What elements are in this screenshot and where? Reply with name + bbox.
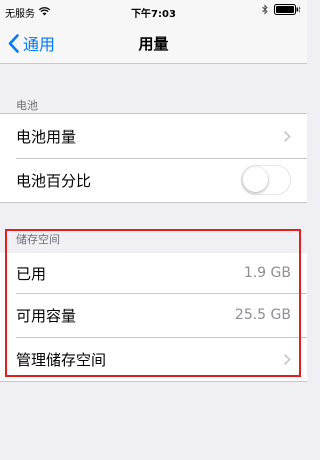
nav-bar: 通用 用量 <box>0 22 307 64</box>
battery-usage-label: 电池用量 <box>16 127 77 146</box>
battery-section-header: 电池 <box>16 99 38 112</box>
battery-percentage-toggle[interactable] <box>241 165 291 195</box>
manage-storage-row[interactable]: 管理储存空间 <box>0 337 307 381</box>
bluetooth-icon <box>262 4 268 18</box>
storage-section-header: 储存空间 <box>16 233 60 246</box>
battery-group: 电池用量 电池百分比 <box>0 113 307 203</box>
status-time: 下午7:03 <box>131 9 176 20</box>
storage-group: 已用 1.9 GB 可用容量 25.5 GB 管理储存空间 <box>0 253 307 382</box>
battery-percentage-row: 电池百分比 <box>0 158 307 202</box>
toggle-knob <box>243 167 268 192</box>
manage-storage-label: 管理储存空间 <box>16 350 107 369</box>
battery-percentage-label: 电池百分比 <box>16 171 92 190</box>
status-bar: 无服务 下午7:03 <box>0 0 307 22</box>
storage-available-label: 可用容量 <box>16 306 77 325</box>
storage-available-row: 可用容量 25.5 GB <box>0 293 307 337</box>
battery-usage-row[interactable]: 电池用量 <box>0 114 307 158</box>
page-title: 用量 <box>138 35 169 53</box>
storage-used-label: 已用 <box>16 264 47 283</box>
chevron-right-icon <box>283 353 291 365</box>
chevron-right-icon <box>283 130 291 142</box>
battery-icon <box>274 4 301 18</box>
storage-used-value: 1.9 GB <box>243 265 291 281</box>
storage-used-row: 已用 1.9 GB <box>0 253 307 293</box>
status-right <box>262 4 301 18</box>
storage-available-value: 25.5 GB <box>234 307 291 323</box>
